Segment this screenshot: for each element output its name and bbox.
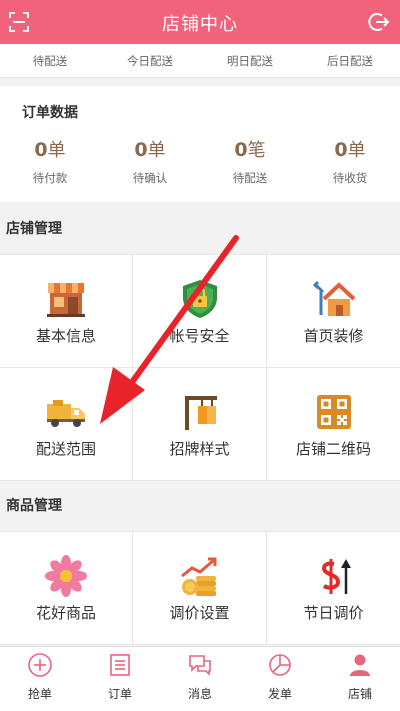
- tab-tomorrow-delivery[interactable]: 明日配送: [200, 44, 300, 77]
- basic-info-button[interactable]: 基本信息: [0, 255, 133, 368]
- tab-grab-order[interactable]: 抢单: [0, 647, 80, 711]
- signboard-style-label: 招牌样式: [169, 440, 230, 458]
- tab-pending-delivery[interactable]: 待配送: [0, 44, 100, 77]
- tab-label: 发单: [267, 687, 292, 701]
- bottom-tabbar: 抢单 订单 消息 发单 店铺: [0, 646, 400, 711]
- holiday-price-button[interactable]: 节日调价: [267, 532, 400, 645]
- shield-lock-icon: [182, 280, 217, 318]
- tab-day-after-delivery[interactable]: 后日配送: [300, 44, 400, 77]
- tab-send-order[interactable]: 发单: [240, 647, 320, 711]
- logout-icon[interactable]: [368, 11, 390, 33]
- order-data-card: 订单数据 0单 待付款 0单 待确认 0笔 待配送 0单 待收货: [0, 86, 400, 202]
- store-icon: [47, 283, 85, 317]
- signboard-icon: [184, 396, 217, 430]
- stat-unit: 单: [47, 140, 66, 161]
- stat-pending-receipt[interactable]: 0单 待收货: [300, 136, 400, 186]
- delivery-range-button[interactable]: 配送范围: [0, 368, 133, 481]
- flower-goods-label: 花好商品: [35, 604, 96, 622]
- stat-label: 待收货: [332, 171, 368, 185]
- goods-management-grid: 花好商品 调价设置 节日调价: [0, 531, 400, 645]
- dollar-arrow-icon: [321, 559, 351, 594]
- stat-unit: 笔: [247, 140, 266, 161]
- tab-store[interactable]: 店铺: [320, 647, 400, 711]
- tab-messages[interactable]: 消息: [160, 647, 240, 711]
- tab-today-delivery[interactable]: 今日配送: [100, 44, 200, 77]
- stat-number: 0: [34, 139, 48, 161]
- homepage-decoration-label: 首页装修: [303, 327, 364, 345]
- store-qrcode-button[interactable]: 店铺二维码: [267, 368, 400, 481]
- holiday-price-label: 节日调价: [303, 604, 364, 622]
- account-security-button[interactable]: 帐号安全: [133, 255, 267, 368]
- shop-management-grid: 基本信息 帐号安全 首页装修 配送范围 招牌样式 店铺二维码: [0, 254, 400, 481]
- order-data-title: 订单数据: [22, 105, 78, 121]
- basic-info-label: 基本信息: [35, 327, 96, 345]
- signboard-style-button[interactable]: 招牌样式: [133, 368, 267, 481]
- goods-management-title: 商品管理: [6, 498, 62, 514]
- delivery-truck-icon: [47, 400, 85, 427]
- list-icon: [110, 654, 130, 676]
- house-tools-icon: [312, 280, 355, 316]
- page-title: 店铺中心: [162, 14, 238, 35]
- delivery-range-label: 配送范围: [35, 440, 96, 458]
- tab-label: 订单: [107, 687, 132, 701]
- stat-unit: 单: [347, 140, 366, 161]
- store-center-app: 店铺中心 待配送 今日配送 明日配送 后日配送 订单数据 0单 待付款 0单 待…: [0, 0, 400, 711]
- stat-label: 待付款: [32, 171, 68, 185]
- header: 店铺中心: [0, 0, 400, 44]
- delivery-tabs: 待配送 今日配送 明日配送 后日配送: [0, 44, 400, 78]
- stat-number: 0: [134, 139, 148, 161]
- plus-circle-icon: [28, 653, 52, 677]
- stat-number: 0: [334, 139, 348, 161]
- store-qrcode-label: 店铺二维码: [295, 440, 371, 458]
- chat-icon: [189, 655, 211, 676]
- price-adjust-settings-button[interactable]: 调价设置: [133, 532, 267, 645]
- coins-chart-icon: [180, 557, 216, 596]
- order-stats: 0单 待付款 0单 待确认 0笔 待配送 0单 待收货: [0, 136, 400, 186]
- qr-code-icon: [316, 395, 351, 429]
- stat-pending-confirm[interactable]: 0单 待确认: [100, 136, 200, 186]
- shop-management-title: 店铺管理: [6, 221, 62, 237]
- tab-orders[interactable]: 订单: [80, 647, 160, 711]
- stat-pending-payment[interactable]: 0单 待付款: [0, 136, 100, 186]
- tab-label: 消息: [187, 687, 212, 701]
- stat-label: 待配送: [232, 171, 268, 185]
- tab-label: 店铺: [347, 687, 372, 701]
- account-security-label: 帐号安全: [169, 327, 230, 345]
- stat-number: 0: [234, 139, 248, 161]
- flower-goods-button[interactable]: 花好商品: [0, 532, 133, 645]
- stat-unit: 单: [147, 140, 166, 161]
- stat-pending-delivery[interactable]: 0笔 待配送: [200, 136, 300, 186]
- price-adjust-settings-label: 调价设置: [169, 604, 230, 622]
- flower-icon: [45, 555, 87, 597]
- stat-label: 待确认: [132, 171, 168, 185]
- user-icon: [350, 654, 370, 676]
- tab-label: 抢单: [27, 687, 52, 701]
- homepage-decoration-button[interactable]: 首页装修: [267, 255, 400, 368]
- pie-chart-icon: [269, 654, 291, 676]
